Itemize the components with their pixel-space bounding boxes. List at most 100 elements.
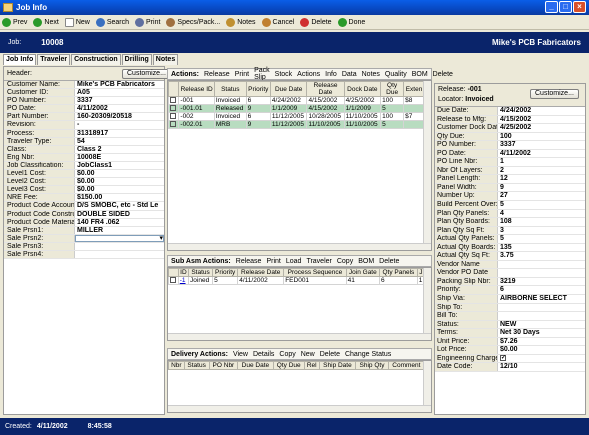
field-value[interactable]: 4/11/2002 — [75, 105, 164, 112]
row-checkbox[interactable] — [170, 121, 176, 128]
subasm_table-col-header[interactable]: Priority — [212, 268, 239, 277]
field-value[interactable]: 31318917 — [75, 130, 164, 137]
delivery-actions-details[interactable]: Details — [253, 351, 274, 358]
field-value[interactable]: $0.00 — [75, 178, 164, 185]
field-value[interactable] — [75, 251, 164, 258]
release-actions-actions[interactable]: Actions — [297, 71, 320, 78]
delivery_table-col-header[interactable]: Due Date — [237, 361, 274, 370]
field-value[interactable] — [498, 261, 585, 269]
minimize-button[interactable]: _ — [545, 1, 558, 13]
field-value[interactable]: $0.00 — [498, 346, 585, 354]
notes-button[interactable]: Notes — [226, 17, 256, 27]
field-value[interactable]: - — [75, 121, 164, 128]
release-row[interactable]: -001.01 Released 9 1/1/2009 4/15/2002 1/1/200… — [168, 104, 425, 113]
delivery_table-col-header[interactable]: Status — [183, 361, 210, 370]
delivery_table-col-header[interactable]: Qty Due — [272, 361, 305, 370]
subasm-grid-vscroll[interactable] — [423, 268, 431, 340]
field-value[interactable]: 3 — [498, 227, 585, 235]
subasm_table-col-header[interactable]: Qty Panels — [379, 268, 418, 277]
subasm-actions-delete[interactable]: Delete — [379, 258, 399, 265]
field-value[interactable]: 3337 — [498, 141, 585, 149]
field-value[interactable]: 6 — [498, 286, 585, 294]
release-actions-print[interactable]: Print — [235, 71, 249, 78]
field-value[interactable]: $0.00 — [75, 186, 164, 193]
tab-traveler[interactable]: Traveler — [37, 54, 71, 65]
tab-construction[interactable]: Construction — [71, 54, 121, 65]
release_table-col-header[interactable]: Due Date — [269, 81, 308, 97]
close-button[interactable]: × — [573, 1, 586, 13]
field-value[interactable] — [75, 243, 164, 250]
release-grid-vscroll[interactable] — [423, 81, 431, 250]
subasm-actions-release[interactable]: Release — [236, 258, 262, 265]
release-actions-stock[interactable]: Stock — [275, 71, 293, 78]
field-value[interactable] — [498, 269, 585, 277]
delivery-actions-change-status[interactable]: Change Status — [345, 351, 391, 358]
release-actions-pack-slip[interactable]: Pack Slip — [254, 67, 270, 81]
delivery_table-col-header[interactable]: Rel — [303, 361, 320, 370]
field-value[interactable]: 108 — [498, 218, 585, 226]
release-actions-bom[interactable]: BOM — [412, 71, 428, 78]
subasm-actions-traveler[interactable]: Traveler — [306, 258, 331, 265]
field-value[interactable]: 3337 — [75, 97, 164, 104]
release-actions-info[interactable]: Info — [325, 71, 337, 78]
prev-button[interactable]: Prev — [2, 17, 27, 27]
tab-job-info[interactable]: Job Info — [3, 54, 37, 65]
release_table-col-header[interactable]: Exten — [403, 81, 425, 97]
subasm_table-col-header[interactable]: ID — [177, 268, 190, 277]
delivery_table-col-header[interactable]: Ship Date — [318, 361, 357, 370]
field-value[interactable] — [75, 234, 164, 242]
field-value[interactable]: Class 2 — [75, 146, 164, 153]
field-value[interactable]: D/S SMOBC, etc - Std Le — [75, 202, 164, 209]
subasm_table-col-header[interactable]: Join Gate — [345, 268, 381, 277]
field-value[interactable]: 4/25/2002 — [498, 124, 585, 132]
next-button[interactable]: Next — [33, 17, 59, 27]
checkbox-check-icon[interactable]: ✓ — [500, 355, 506, 362]
field-value[interactable]: NEW — [498, 321, 585, 329]
field-value[interactable]: 4/15/2002 — [498, 116, 585, 124]
subasm_table-col-header[interactable]: Status — [188, 268, 214, 277]
subasm-actions-copy[interactable]: Copy — [337, 258, 353, 265]
release-row[interactable]: -001 Invoiced 6 4/24/2002 4/15/2002 4/25/2002… — [168, 96, 425, 105]
delivery_table-col-header[interactable]: Comment — [387, 361, 426, 370]
field-value[interactable]: 3.75 — [498, 252, 585, 260]
field-value[interactable]: 5 — [498, 201, 585, 209]
cancel-button[interactable]: Cancel — [261, 17, 294, 27]
search-button[interactable]: Search — [95, 17, 129, 27]
delivery-actions-copy[interactable]: Copy — [279, 351, 295, 358]
field-value[interactable]: 9 — [498, 184, 585, 192]
subasm_table-col-header[interactable]: Process Sequence — [283, 268, 347, 277]
delivery_table-col-header[interactable]: PO Nbr — [208, 361, 239, 370]
delivery-actions-view[interactable]: View — [233, 351, 248, 358]
release-actions-data[interactable]: Data — [342, 71, 357, 78]
subasm_table-col-header[interactable]: Release Date — [237, 268, 285, 277]
tab-drilling[interactable]: Drilling — [121, 54, 152, 65]
delivery-actions-delete[interactable]: Delete — [320, 351, 340, 358]
release_table-col-header[interactable]: Status — [213, 81, 247, 97]
release-actions-delete[interactable]: Delete — [433, 71, 453, 78]
row-checkbox[interactable] — [170, 113, 176, 120]
field-value[interactable]: 140 FR4 .062 — [75, 219, 164, 226]
field-value[interactable]: 5 — [498, 235, 585, 243]
field-value[interactable] — [498, 312, 585, 320]
delivery-actions-new[interactable]: New — [301, 351, 315, 358]
field-value[interactable]: DOUBLE SIDED — [75, 211, 164, 218]
release-row[interactable]: -002.01 MRB 9 11/12/2005 11/10/2005 11/10/200… — [168, 120, 425, 129]
field-value[interactable]: 135 — [498, 244, 585, 252]
field-value[interactable]: MILLER — [75, 227, 164, 234]
tab-notes[interactable]: Notes — [152, 54, 179, 65]
release_table-col-header[interactable]: Release ID — [178, 81, 215, 97]
release_table-col-header[interactable]: Release Date — [306, 81, 345, 97]
release-row[interactable]: -002 Invoiced 6 11/12/2005 10/28/2005 11/10/2… — [168, 112, 425, 121]
field-value[interactable]: JobClass1 — [75, 162, 164, 169]
subasm-actions-bom[interactable]: BOM — [358, 258, 374, 265]
field-value[interactable]: 3219 — [498, 278, 585, 286]
field-value[interactable]: 1 — [498, 158, 585, 166]
field-value[interactable]: A05 — [75, 89, 164, 96]
delivery_table-col-header[interactable]: Ship Qty — [355, 361, 389, 370]
field-value[interactable]: 160-20309/20518 — [75, 113, 164, 120]
field-value[interactable]: Mike's PCB Fabricators — [75, 81, 164, 88]
release_table-col-header[interactable]: Dock Date — [343, 81, 382, 97]
release-grid-hscroll[interactable] — [168, 243, 431, 250]
field-value[interactable]: 12 — [498, 175, 585, 183]
release-actions-release[interactable]: Release — [204, 71, 230, 78]
